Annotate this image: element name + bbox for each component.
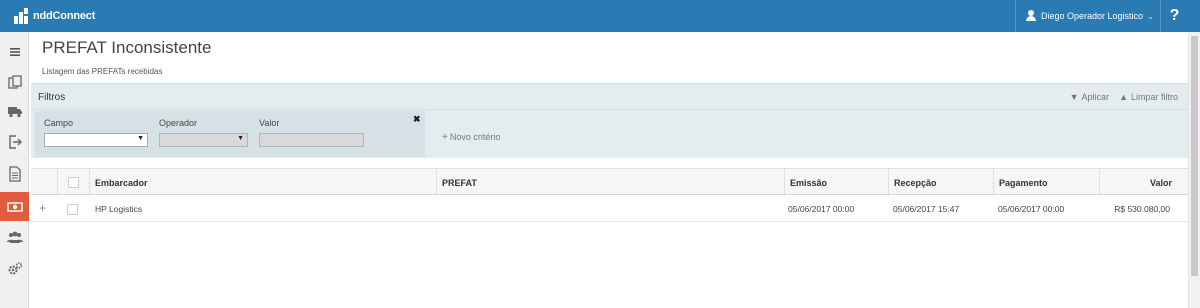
money-icon[interactable] <box>0 192 29 221</box>
help-button[interactable]: ? <box>1160 0 1188 32</box>
new-criteria-button[interactable]: + Novo critério <box>442 132 500 143</box>
cell-valor: R$ 530.080,00 <box>1114 204 1170 214</box>
top-navigation-bar: nddConnect Diego Operador Logistico ⌄ ? <box>0 0 1200 32</box>
select-all-checkbox[interactable] <box>68 177 79 188</box>
expand-column-header <box>31 169 57 196</box>
operator-select[interactable]: ▼ <box>159 133 248 147</box>
eraser-icon: ▲ <box>1119 92 1128 102</box>
cell-embarcador: HP Logistics <box>95 204 143 214</box>
apply-filter-button[interactable]: ▼ Aplicar <box>1070 92 1109 102</box>
column-header-emissao[interactable]: Emissão <box>784 169 888 196</box>
value-label: Valor <box>259 118 280 128</box>
table-row[interactable]: + HP Logistics 05/06/2017 00:00 05/06/20… <box>31 196 1188 222</box>
export-icon[interactable] <box>0 127 29 156</box>
column-header-embarcador[interactable]: Embarcador <box>89 169 436 196</box>
chevron-down-icon: ⌄ <box>1147 11 1154 21</box>
filter-bar: Filtros ▼ Aplicar ▲ Limpar filtro <box>31 83 1188 110</box>
funnel-icon: ▼ <box>1069 92 1079 102</box>
user-icon <box>1026 10 1036 22</box>
column-header-recepcao[interactable]: Recepção <box>888 169 993 196</box>
dropdown-arrow-icon: ▼ <box>237 135 244 142</box>
logo-icon <box>14 8 30 24</box>
documents-icon[interactable] <box>0 67 29 96</box>
column-header-pagamento[interactable]: Pagamento <box>993 169 1099 196</box>
truck-icon[interactable] <box>0 96 29 125</box>
cell-emissao: 05/06/2017 00:00 <box>788 204 855 214</box>
scrollbar-thumb[interactable] <box>1191 36 1198 276</box>
new-criteria-label: Novo critério <box>449 132 501 142</box>
user-menu[interactable]: Diego Operador Logistico ⌄ <box>1015 0 1160 32</box>
app-logo[interactable]: nddConnect <box>14 7 95 25</box>
select-all-column <box>57 169 89 196</box>
filter-panel: Campo ▼ Operador ▼ Valor ✖ + Novo critéri… <box>31 110 1188 158</box>
field-label: Campo <box>44 118 74 128</box>
sidebar <box>0 32 29 308</box>
row-checkbox[interactable] <box>67 204 78 215</box>
filters-title: Filtros <box>38 92 66 103</box>
apply-filter-label: Aplicar <box>1081 92 1110 102</box>
filter-actions: ▼ Aplicar ▲ Limpar filtro <box>1070 92 1178 102</box>
users-icon[interactable] <box>0 223 29 252</box>
expand-row-icon[interactable]: + <box>39 201 46 215</box>
file-icon[interactable] <box>0 159 29 188</box>
field-select[interactable]: ▼ <box>44 133 148 147</box>
column-header-prefat[interactable]: PREFAT <box>436 169 784 196</box>
column-header-valor[interactable]: Valor <box>1099 169 1177 196</box>
clear-filter-label: Limpar filtro <box>1130 92 1178 102</box>
page-subtitle: Listagem das PREFATs recebidas <box>42 67 163 76</box>
operator-label: Operador <box>159 118 198 128</box>
menu-icon[interactable] <box>0 37 29 66</box>
close-icon[interactable]: ✖ <box>413 114 421 125</box>
logo-text: nddConnect <box>33 10 96 22</box>
filter-criterion: Campo ▼ Operador ▼ Valor <box>35 111 425 157</box>
cell-pagamento: 05/06/2017 00:00 <box>998 204 1065 214</box>
settings-icon[interactable] <box>0 254 29 283</box>
cell-recepcao: 05/06/2017 15:47 <box>893 204 960 214</box>
vertical-scrollbar[interactable] <box>1188 32 1200 308</box>
dropdown-arrow-icon: ▼ <box>137 135 144 142</box>
value-input[interactable] <box>259 133 364 147</box>
plus-icon: + <box>442 132 448 143</box>
user-name: Diego Operador Logistico <box>1041 11 1144 21</box>
grid-header: Embarcador PREFAT Emissão Recepção Pagam… <box>31 168 1188 196</box>
clear-filter-button[interactable]: ▲ Limpar filtro <box>1119 92 1178 102</box>
page-title: PREFAT Inconsistente <box>42 38 212 57</box>
